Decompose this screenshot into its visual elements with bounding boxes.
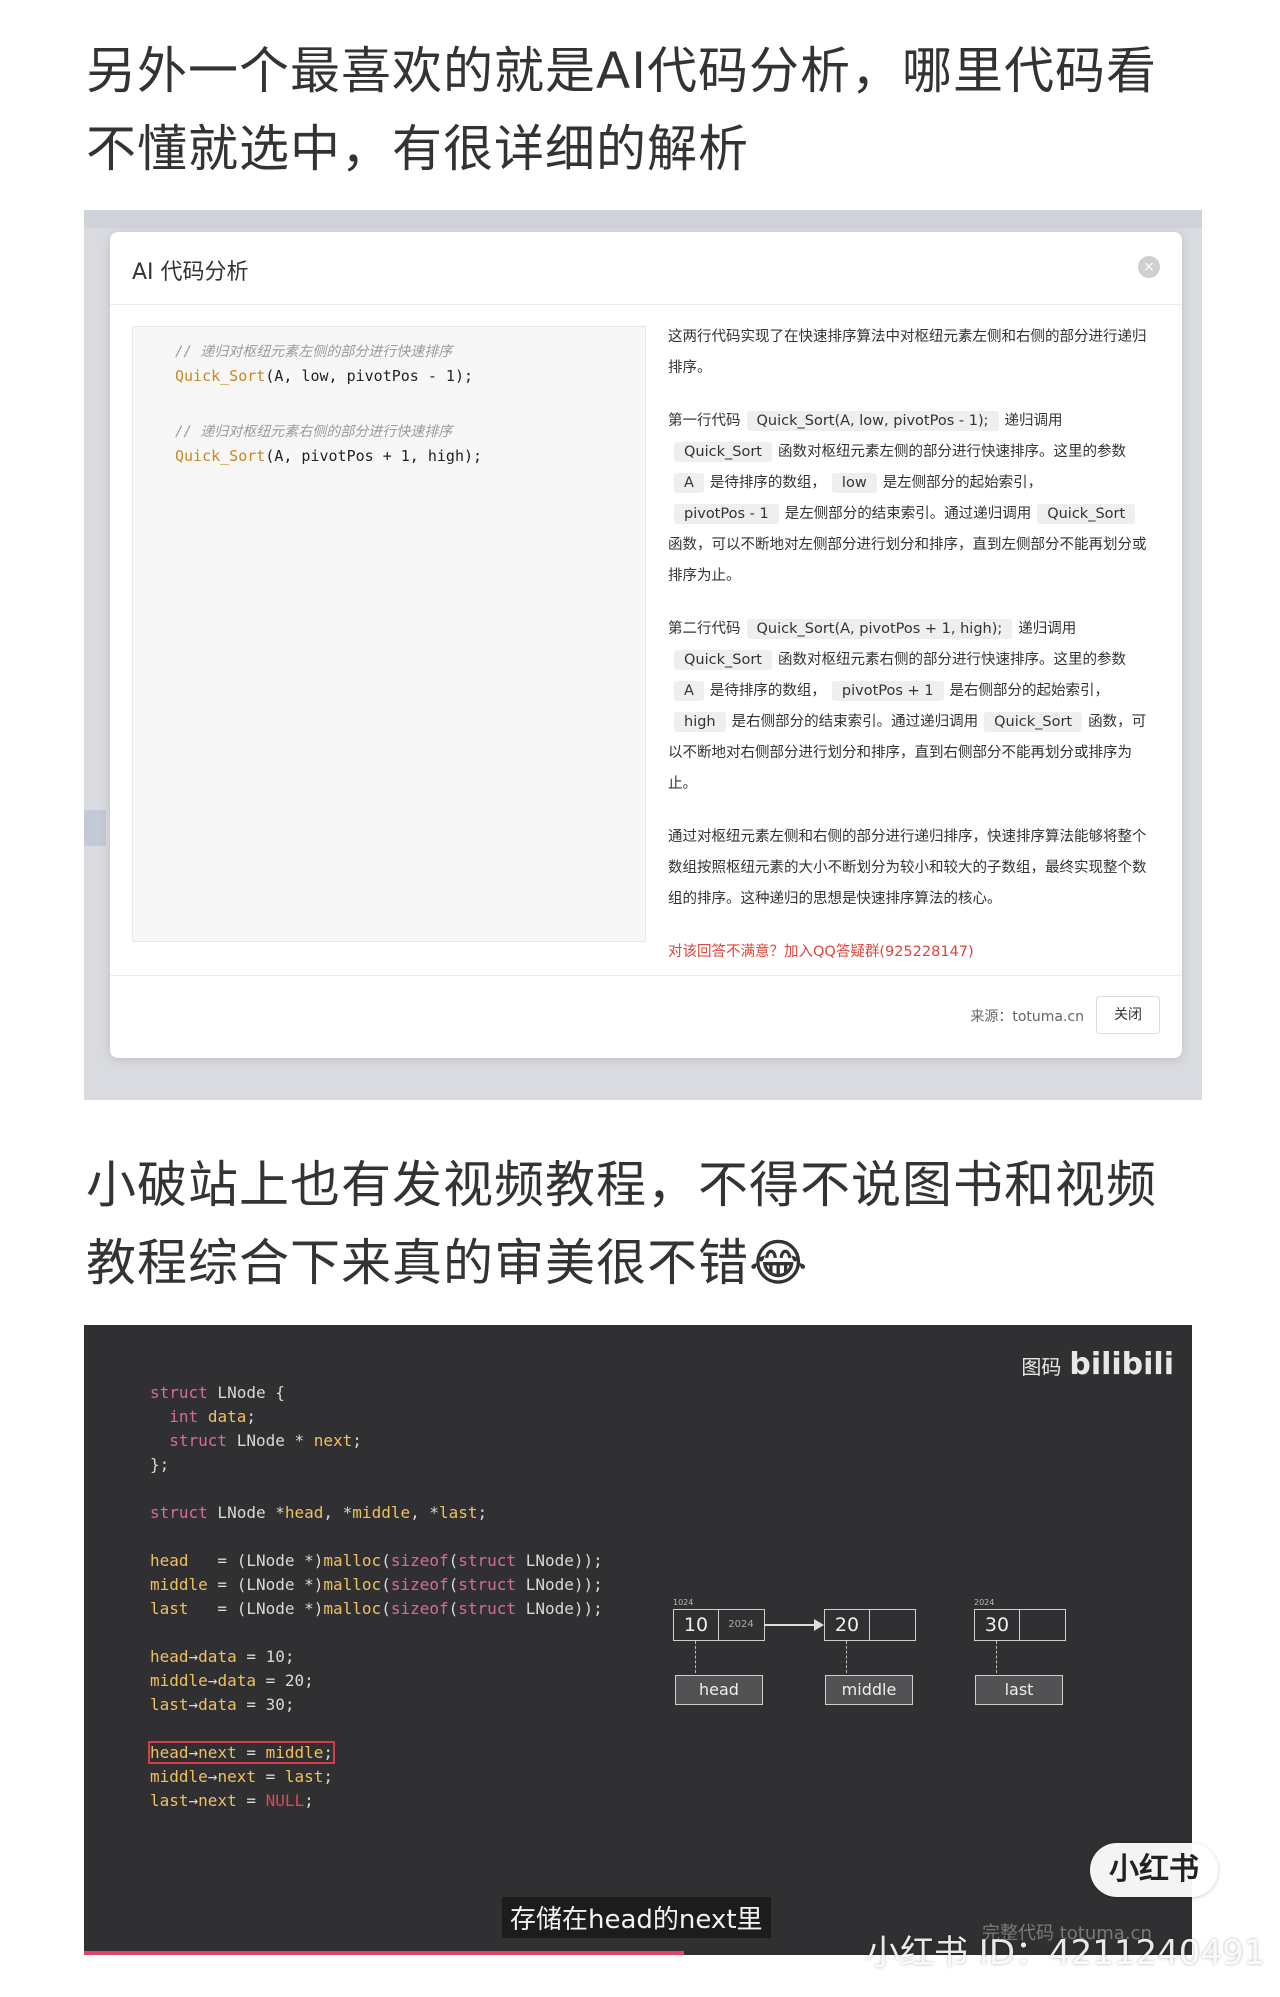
code-line: last = (LNode *)malloc(sizeof(struct LNo… [150,1599,603,1618]
node-value: 10 [674,1610,719,1640]
code-line: middle = (LNode *)malloc(sizeof(struct L… [150,1575,603,1594]
text: 是右侧部分的起始索引， [949,683,1110,699]
code-chip: Quick_Sort(A, low, pivotPos - 1); [746,411,999,431]
explanation-summary: 通过对枢纽元素左侧和右侧的部分进行递归排序，快速排序算法能够将整个数组按照枢纽元… [668,829,1147,907]
code-line: head = (LNode *)malloc(sizeof(struct LNo… [150,1551,603,1570]
node-head: 10 2024 [673,1609,765,1641]
text: 是待排序的数组， [709,683,826,699]
code-chip: Quick_Sort [674,442,772,462]
bilibili-logo: 图码 bilibili [1021,1347,1174,1382]
code-chip: A [674,473,704,493]
arrow-icon [764,1619,824,1631]
background-toolbar [84,210,1202,228]
pointer-line [846,1641,847,1673]
xiaohongshu-user-id: 小红书 ID：4211240491 [866,1933,1266,1973]
code-line: middle→data = 20; [150,1671,314,1690]
node-address: 1024 [673,1598,694,1607]
text: 第二行代码 [668,621,741,637]
linked-list-code: struct LNode { int data; struct LNode * … [147,1381,603,1813]
video-progress-bar[interactable] [84,1951,684,1955]
code-args: (A, low, pivotPos - 1); [265,367,474,385]
video-frame: 图码 bilibili struct LNode { int data; stru… [84,1325,1192,1955]
ai-code-analysis-dialog: AI 代码分析 × // 递归对枢纽元素左侧的部分进行快速排序 Quick_So… [110,232,1182,1058]
code-line: struct LNode { [150,1383,285,1402]
code-chip: high [674,712,726,732]
text: 递归调用 [1004,413,1063,429]
text: 递归调用 [1018,621,1077,637]
code-comment: // 递归对枢纽元素左侧的部分进行快速排序 [175,344,453,360]
selected-code-pane: // 递归对枢纽元素左侧的部分进行快速排序 Quick_Sort(A, low,… [132,326,646,942]
code-line: last→data = 30; [150,1695,295,1714]
analysis-explanation: 这两行代码实现了在快速排序算法中对枢纽元素左侧和右侧的部分进行递归排序。 第一行… [668,322,1150,968]
node-middle: 20 [824,1609,916,1641]
close-icon[interactable]: × [1138,256,1160,278]
pointer-label-head: head [675,1675,763,1705]
video-subtitle: 存储在head的next里 [502,1897,771,1938]
code-line: Quick_Sort(A, low, pivotPos - 1); [175,367,473,385]
code-chip: pivotPos - 1 [674,504,779,524]
logo-text: 图码 [1021,1355,1062,1379]
pointer-line [996,1641,997,1673]
code-line: last→next = NULL; [150,1791,314,1810]
code-line: int data; [169,1407,256,1426]
close-button[interactable]: 关闭 [1096,996,1160,1034]
code-comment: // 递归对枢纽元素右侧的部分进行快速排序 [175,424,453,440]
explanation-intro: 这两行代码实现了在快速排序算法中对枢纽元素左侧和右侧的部分进行递归排序。 [668,329,1147,376]
dialog-title: AI 代码分析 [132,260,249,285]
pointer-line [695,1641,696,1673]
feedback-link[interactable]: 对该回答不满意？加入QQ答疑群(925228147) [668,937,1150,968]
pointer-label-middle: middle [825,1675,913,1705]
text: 是左侧部分的结束索引。通过递归调用 [784,506,1032,522]
code-chip: Quick_Sort [1037,504,1136,524]
text: 是左侧部分的起始索引， [882,475,1043,491]
explanation-line2: 第二行代码 Quick_Sort(A, pivotPos + 1, high); 递… [668,614,1150,800]
code-line: }; [150,1455,170,1474]
xiaohongshu-badge: 小红书 [1090,1843,1218,1897]
node-address: 2024 [974,1598,995,1607]
code-args: (A, pivotPos + 1, high); [265,447,483,465]
node-value: 30 [975,1610,1020,1640]
text: 函数对枢纽元素右侧的部分进行快速排序。这里的参数 [777,652,1126,668]
code-line: Quick_Sort(A, pivotPos + 1, high); [175,447,482,465]
text: 函数，可以不断地对左侧部分进行划分和排序，直到左侧部分不能再划分或排序为止。 [668,537,1147,584]
background-sidebar-item [84,810,106,846]
code-line: head→next = middle; [147,1741,336,1764]
code-chip: A [674,681,704,701]
code-chip: pivotPos + 1 [831,681,944,701]
text: 是右侧部分的结束索引。通过递归调用 [731,714,979,730]
node-value: 20 [825,1610,870,1640]
source-label: 来源：totuma.cn [970,1009,1084,1025]
code-line: head→data = 10; [150,1647,295,1666]
code-chip: low [831,473,877,493]
logo-brand: bilibili [1069,1347,1174,1382]
caption-middle: 小破站上也有发视频教程，不得不说图书和视频教程综合下来真的审美很不错😂 [86,1156,1157,1292]
pointer-label-last: last [975,1675,1063,1705]
code-function: Quick_Sort [175,367,266,385]
code-line: middle→next = last; [150,1767,334,1786]
code-line: struct LNode * next; [169,1431,362,1450]
text: 函数对枢纽元素左侧的部分进行快速排序。这里的参数 [777,444,1126,460]
code-function: Quick_Sort [175,447,266,465]
code-chip: Quick_Sort [674,650,772,670]
code-line: struct LNode *head, *middle, *last; [150,1503,488,1522]
code-chip: Quick_Sort [984,712,1083,732]
code-chip: Quick_Sort(A, pivotPos + 1, high); [746,619,1013,639]
node-next-address: 2024 [728,1619,754,1630]
text: 是待排序的数组， [709,475,826,491]
explanation-line1: 第一行代码 Quick_Sort(A, low, pivotPos - 1); 递归… [668,406,1150,592]
text: 第一行代码 [668,413,741,429]
node-last: 30 [974,1609,1066,1641]
caption-top: 另外一个最喜欢的就是AI代码分析，哪里代码看不懂就选中，有很详细的解析 [86,42,1157,178]
screenshot-ai-code-analysis: AI 代码分析 × // 递归对枢纽元素左侧的部分进行快速排序 Quick_So… [84,210,1202,1100]
dialog-footer: 来源：totuma.cn 关闭 [110,975,1182,1058]
dialog-header: AI 代码分析 × [110,232,1182,305]
